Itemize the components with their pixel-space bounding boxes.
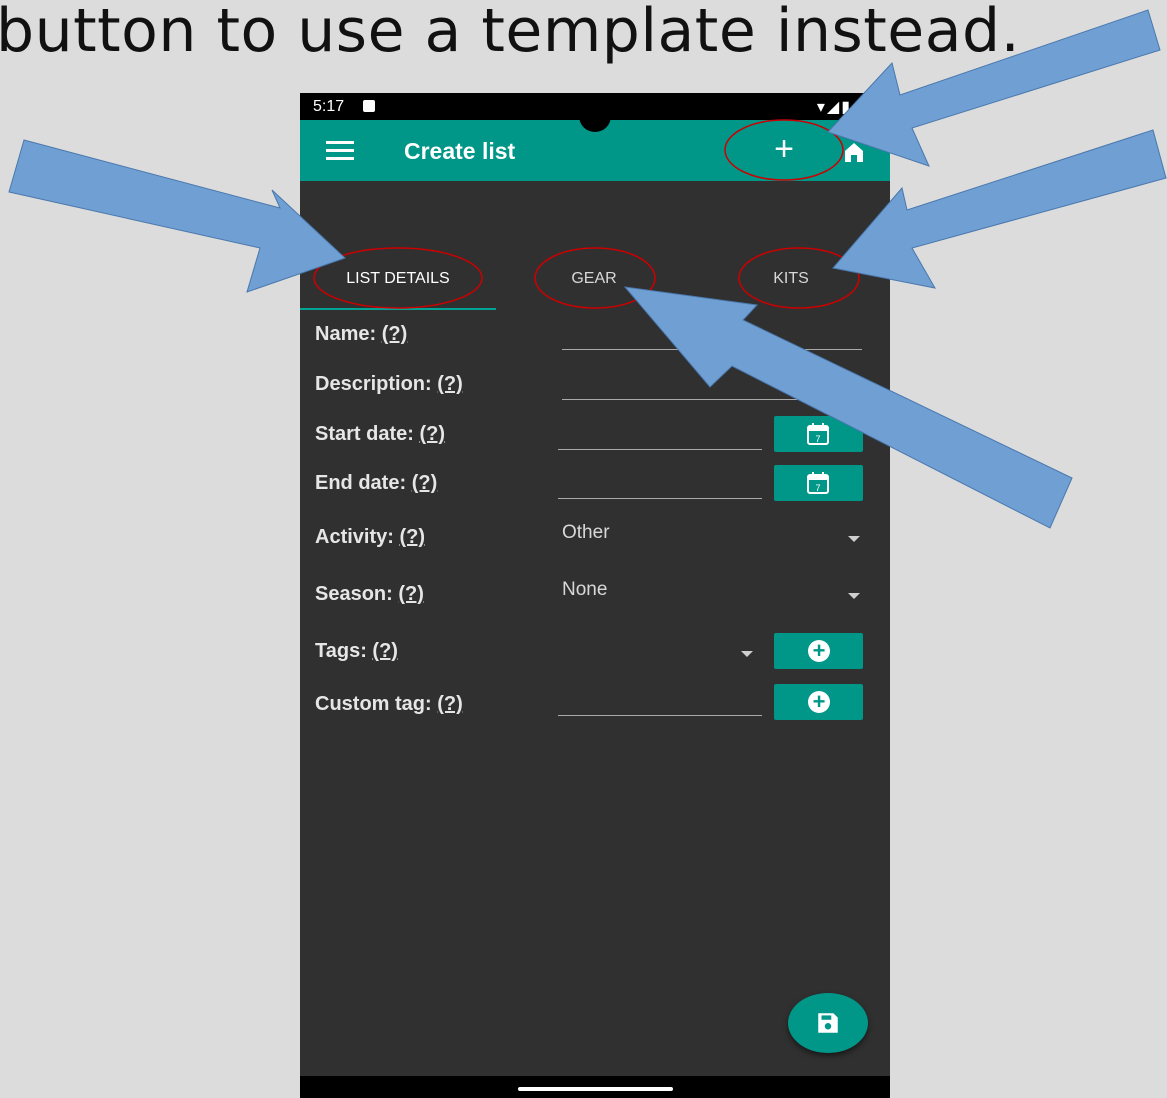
description-label: Description: (?) bbox=[315, 373, 463, 395]
start-date-input[interactable] bbox=[558, 419, 762, 450]
caption-text: button to use a template instead. bbox=[0, 0, 1021, 66]
tab-gear[interactable]: GEAR bbox=[496, 253, 692, 308]
phone-screen: 5:17 ▾◢▮ Create list + LIST DETAILS GEAR… bbox=[300, 93, 890, 1098]
name-label: Name: (?) bbox=[315, 323, 408, 345]
page-title: Create list bbox=[404, 138, 516, 164]
add-circle-icon: + bbox=[808, 640, 830, 662]
end-date-help-link[interactable]: (?) bbox=[412, 472, 438, 494]
home-icon[interactable] bbox=[843, 141, 865, 163]
custom-tag-help-link[interactable]: (?) bbox=[437, 693, 463, 715]
season-dropdown-icon[interactable] bbox=[848, 593, 860, 599]
season-help-link[interactable]: (?) bbox=[398, 583, 424, 605]
description-input[interactable] bbox=[562, 369, 862, 400]
activity-help-link[interactable]: (?) bbox=[399, 526, 425, 548]
end-date-picker-button[interactable]: 7 bbox=[774, 465, 863, 501]
end-date-label: End date: (?) bbox=[315, 472, 438, 494]
start-date-help-link[interactable]: (?) bbox=[419, 423, 445, 445]
start-date-label: Start date: (?) bbox=[315, 423, 446, 445]
tab-list-details[interactable]: LIST DETAILS bbox=[300, 253, 496, 310]
tags-label: Tags: (?) bbox=[315, 640, 398, 662]
calendar-icon: 7 bbox=[807, 472, 829, 494]
end-date-input[interactable] bbox=[558, 468, 762, 499]
plus-icon: + bbox=[774, 130, 794, 168]
status-time: 5:17 bbox=[313, 98, 345, 115]
svg-text:7: 7 bbox=[815, 483, 820, 493]
tab-bar: LIST DETAILS GEAR KITS bbox=[300, 253, 890, 310]
add-custom-tag-button[interactable]: + bbox=[774, 684, 863, 720]
name-input[interactable] bbox=[562, 319, 862, 350]
tags-help-link[interactable]: (?) bbox=[372, 640, 398, 662]
save-icon bbox=[818, 1013, 838, 1033]
arrow-to-list-details-tab bbox=[8, 139, 346, 293]
name-help-link[interactable]: (?) bbox=[382, 323, 408, 345]
add-tag-button[interactable]: + bbox=[774, 633, 863, 669]
tab-kits[interactable]: KITS bbox=[692, 253, 890, 308]
calendar-icon: 7 bbox=[807, 423, 829, 445]
activity-label: Activity: (?) bbox=[315, 526, 426, 548]
description-help-link[interactable]: (?) bbox=[437, 373, 463, 395]
save-button[interactable] bbox=[788, 993, 868, 1053]
season-select-value[interactable]: None bbox=[562, 579, 607, 601]
add-circle-icon: + bbox=[808, 691, 830, 713]
signal-battery-icons: ▾◢▮ bbox=[816, 99, 852, 116]
season-label: Season: (?) bbox=[315, 583, 424, 605]
tags-dropdown-icon[interactable] bbox=[741, 651, 753, 657]
custom-tag-input[interactable] bbox=[558, 685, 762, 716]
svg-text:7: 7 bbox=[815, 434, 820, 444]
gesture-handle[interactable] bbox=[518, 1087, 673, 1091]
custom-tag-label: Custom tag: (?) bbox=[315, 693, 463, 715]
activity-dropdown-icon[interactable] bbox=[848, 536, 860, 542]
navigation-bar bbox=[300, 1076, 890, 1098]
menu-icon[interactable] bbox=[326, 141, 354, 161]
activity-select-value[interactable]: Other bbox=[562, 522, 610, 544]
add-template-button[interactable]: + bbox=[766, 132, 802, 168]
start-date-picker-button[interactable]: 7 bbox=[774, 416, 863, 452]
notification-icon bbox=[363, 100, 375, 112]
